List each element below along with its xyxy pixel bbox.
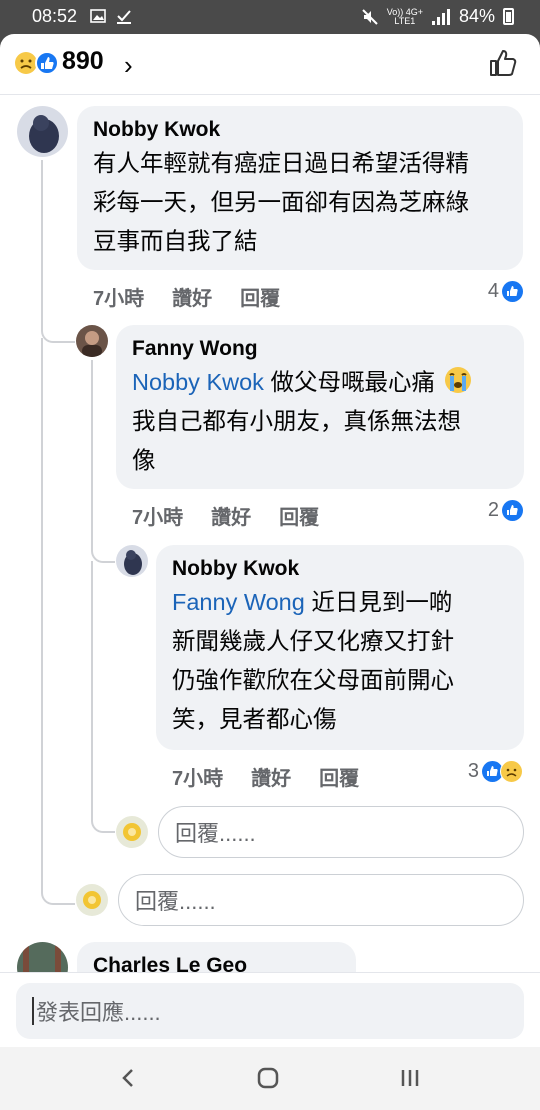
battery-icon [503, 8, 514, 25]
system-nav-bar [0, 1047, 540, 1110]
download-done-icon [117, 10, 131, 24]
reaction-count[interactable]: 890 [62, 47, 104, 76]
comment-actions: 7小時 讚好 回覆 [132, 501, 319, 530]
like-thumb-icon[interactable] [488, 48, 518, 78]
thread-line [91, 360, 93, 550]
comment-text: Nobby Kwok 做父母嘅最心痛 我自己都有小朋友，真係無法想 像 [132, 363, 508, 480]
my-avatar [76, 884, 108, 916]
status-bar: 08:52 Vo)) 4G+ LTE1 84% [0, 0, 540, 34]
comment-actions: 7小時 讚好 回覆 [93, 282, 280, 311]
like-link[interactable]: 讚好 [211, 501, 251, 530]
comments-sheet: 890 › Nobby Kwok 有人年輕就有癌症日過日希望活得精 彩每一天，但… [0, 34, 540, 1047]
reactions-header: 890 › [0, 34, 540, 95]
reply-input[interactable]: 回覆...... [158, 806, 524, 858]
comment-time: 7小時 [93, 288, 145, 310]
reply-input[interactable]: 回覆...... [118, 874, 524, 926]
mute-icon [361, 8, 378, 25]
like-reaction-icon [502, 500, 523, 521]
comment-bubble[interactable]: Nobby Kwok Fanny Wong 近日見到一啲 新聞幾歲人仔又化療又打… [156, 545, 524, 750]
comment-author[interactable]: Nobby Kwok [172, 555, 508, 583]
home-icon[interactable] [248, 1061, 288, 1095]
comment-actions: 7小時 讚好 回覆 [172, 762, 359, 791]
reaction-counter[interactable]: 3 [468, 760, 523, 783]
reaction-counter[interactable]: 2 [488, 499, 523, 522]
reaction-counter[interactable]: 4 [488, 280, 523, 303]
thread-connector [91, 561, 115, 833]
chevron-right-icon[interactable]: › [124, 50, 133, 81]
comment-input[interactable]: 發表回應...... [16, 983, 524, 1039]
my-avatar [116, 816, 148, 848]
comment-time: 7小時 [132, 507, 184, 529]
comment-author[interactable]: Fanny Wong [132, 335, 508, 363]
avatar[interactable] [116, 545, 148, 577]
reply-link[interactable]: 回覆 [319, 762, 359, 791]
reply-link[interactable]: 回覆 [279, 501, 319, 530]
comment-time: 7小時 [172, 768, 224, 790]
avatar[interactable] [76, 325, 108, 357]
comment-bubble[interactable]: Nobby Kwok 有人年輕就有癌症日過日希望活得精 彩每一天，但另一面卻有因… [77, 106, 523, 270]
gallery-icon [90, 9, 106, 23]
thread-line [41, 160, 43, 300]
comment-text: Fanny Wong 近日見到一啲 新聞幾歲人仔又化療又打針 仍強作歡欣在父母面… [172, 589, 454, 732]
thread-connector [41, 338, 75, 905]
avatar[interactable] [17, 106, 68, 157]
comment-composer: 發表回應...... [0, 972, 540, 1047]
sad-reaction-icon [500, 760, 523, 783]
comment-author[interactable]: Nobby Kwok [93, 116, 507, 144]
back-icon[interactable] [108, 1061, 148, 1095]
like-link[interactable]: 讚好 [172, 282, 212, 311]
reply-link[interactable]: 回覆 [240, 282, 280, 311]
like-reaction-icon [502, 281, 523, 302]
comment-text: 有人年輕就有癌症日過日希望活得精 彩每一天，但另一面卻有因為芝麻綠 豆事而自我了… [93, 150, 469, 254]
battery-percent: 84% [458, 6, 495, 26]
text-cursor [32, 997, 34, 1025]
thread-connector [41, 298, 75, 343]
mention-link[interactable]: Nobby Kwok [132, 369, 264, 395]
like-link[interactable]: 讚好 [251, 762, 291, 791]
status-time: 08:52 [32, 6, 78, 26]
signal-icon [431, 8, 450, 25]
recent-apps-icon[interactable] [390, 1061, 430, 1095]
mention-link[interactable]: Fanny Wong [172, 589, 305, 615]
crying-emoji-icon [444, 367, 471, 393]
comment-bubble[interactable]: Fanny Wong Nobby Kwok 做父母嘅最心痛 我自己都有小朋友，真… [116, 325, 524, 489]
reaction-summary-icon[interactable] [14, 51, 60, 75]
network-indicator: Vo)) 4G+ LTE1 [386, 6, 423, 26]
